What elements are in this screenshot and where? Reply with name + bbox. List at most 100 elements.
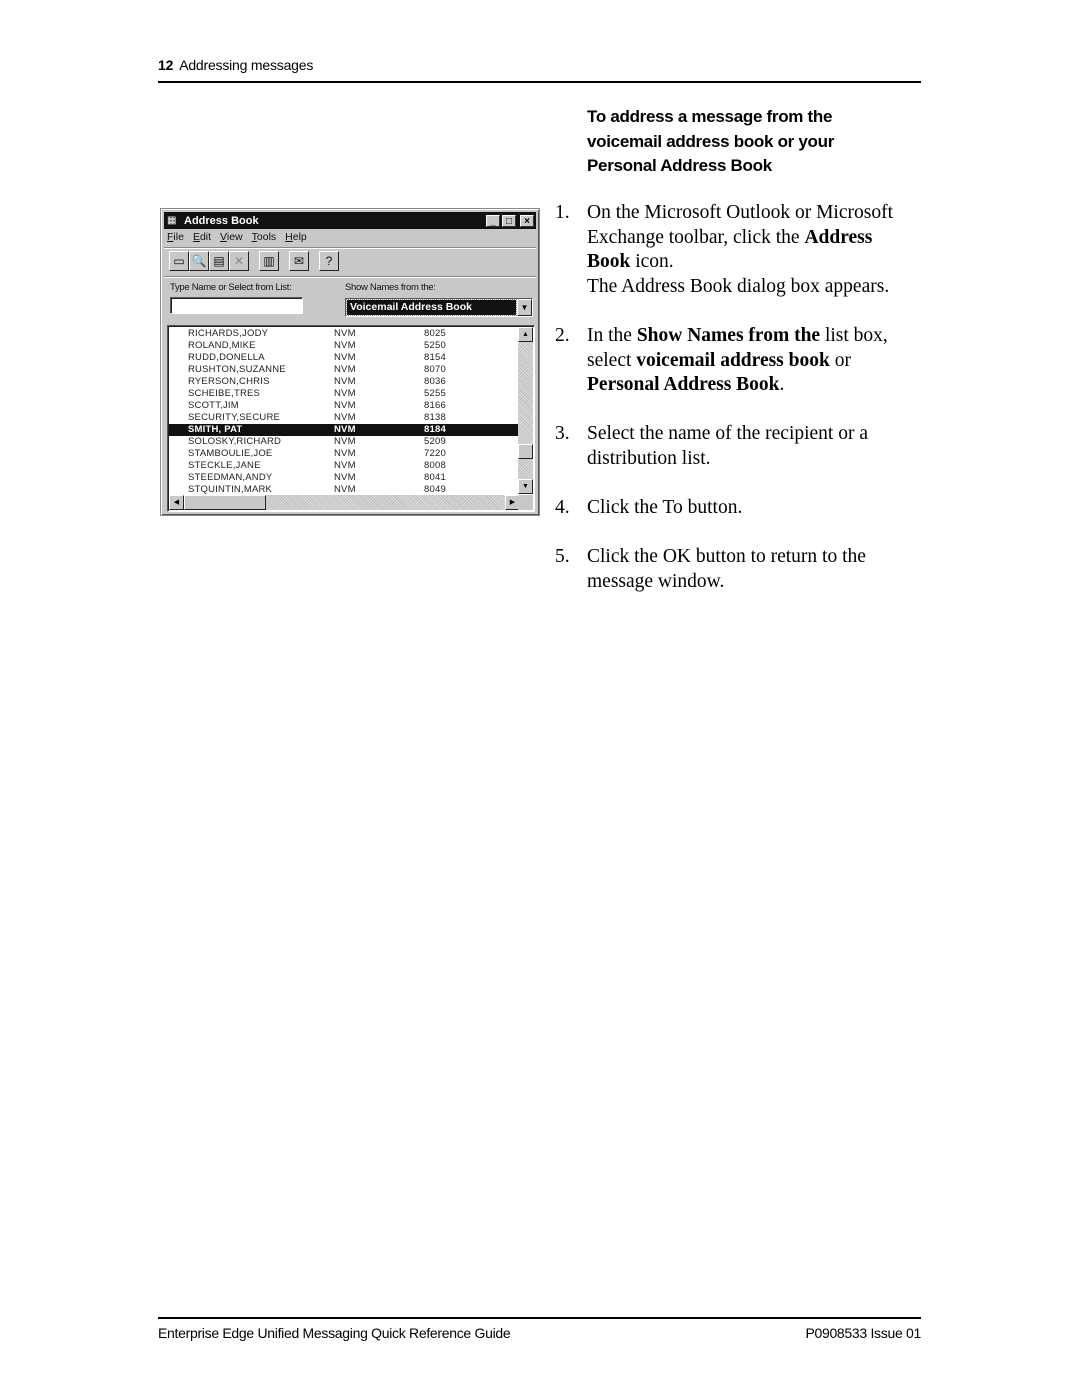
step-text: On the Microsoft Outlook or Microsoft Ex… (587, 202, 893, 272)
entry-name: RYERSON,CHRIS (188, 376, 270, 387)
type-name-input[interactable] (170, 297, 303, 314)
list-item[interactable]: SOLOSKY,RICHARD NVM 5209 (169, 436, 520, 448)
entry-extension: 5209 (424, 436, 446, 447)
list-item[interactable]: RUSHTON,SUZANNE NVM 8070 (169, 364, 520, 376)
procedure-heading: To address a message from the voicemail … (587, 107, 835, 175)
entry-extension: 7220 (424, 448, 446, 459)
step-text: Click the OK button to return to the mes… (587, 546, 866, 592)
add-to-personal-address-book-icon[interactable]: ▥ (259, 251, 279, 271)
list-item[interactable]: SCOTT,JIM NVM 8166 (169, 400, 520, 412)
step-text-part: icon. (630, 251, 674, 273)
entry-type: NVM (334, 376, 356, 387)
entry-name: STAMBOULIE,JOE (188, 448, 273, 459)
list-item[interactable]: ROLAND,MIKE NVM 5250 (169, 340, 520, 352)
step-emphasis: voicemail address book (636, 349, 830, 371)
step-text-part: . (779, 374, 785, 396)
guide-title: Enterprise Edge Unified Messaging Quick … (158, 1325, 511, 1341)
list-item[interactable]: RICHARDS,JODY NVM 8025 (169, 328, 520, 340)
title-bar[interactable]: ▦ Address Book _ □ × (164, 212, 536, 229)
list-item[interactable]: STAMBOULIE,JOE NVM 7220 (169, 448, 520, 460)
section-title: Addressing messages (179, 57, 314, 73)
menu-separator (164, 247, 536, 249)
vertical-scrollbar[interactable]: ▲ ▼ (518, 327, 533, 494)
step-text-part: Select the name of the recipient or a di… (587, 423, 868, 469)
vertical-scroll-thumb[interactable] (518, 444, 533, 459)
scrollbar-corner (518, 495, 533, 510)
names-listbox[interactable]: RICHARDS,JODY NVM 8025 ROLAND,MIKE NVM 5250 RU… (167, 325, 535, 512)
menu-file[interactable]: File (167, 231, 184, 247)
menu-label-rest: elp (292, 231, 307, 243)
entry-extension: 8008 (424, 460, 446, 471)
menu-view[interactable]: View (220, 231, 243, 247)
scroll-down-arrow-icon[interactable]: ▼ (518, 479, 533, 494)
new-entry-icon[interactable]: ✉ (289, 251, 309, 271)
step-text-part: Click the To button. (587, 497, 743, 519)
chevron-down-icon[interactable]: ▼ (517, 299, 532, 316)
show-names-select[interactable]: Voicemail Address Book ▼ (345, 298, 533, 317)
step-number: 2. (555, 324, 570, 346)
address-book-icon: ▦ (167, 215, 177, 226)
footer-rule (158, 1317, 921, 1319)
step-number: 5. (555, 546, 570, 568)
entry-name: STECKLE,JANE (188, 460, 261, 471)
entry-type: NVM (334, 436, 356, 447)
menu-help[interactable]: Help (285, 231, 307, 247)
list-item[interactable]: SMITH, PAT NVM 8184 (169, 424, 520, 436)
entry-extension: 8070 (424, 364, 446, 375)
properties-icon[interactable]: ▤ (209, 251, 229, 271)
procedure-step: 3. Select the name of the recipient or a … (555, 422, 915, 471)
menu-edit[interactable]: Edit (193, 231, 211, 247)
menu-label-rest: ools (256, 231, 277, 243)
entry-type: NVM (334, 460, 356, 471)
step-text-part: or (829, 349, 851, 371)
horizontal-scrollbar[interactable]: ◀ ▶ (169, 495, 520, 510)
step-text-part: In the (587, 324, 637, 346)
entry-name: STEEDMAN,ANDY (188, 472, 273, 483)
list-item[interactable]: SECURITY,SECURE NVM 8138 (169, 412, 520, 424)
help-pointer-icon[interactable]: ? (319, 251, 339, 271)
list-item[interactable]: RUDD,DONELLA NVM 8154 (169, 352, 520, 364)
entry-name: SOLOSKY,RICHARD (188, 436, 282, 447)
menu-bar: File Edit View Tools Help (167, 231, 307, 247)
step-emphasis: Show Names from the (636, 324, 821, 346)
entry-type: NVM (334, 412, 356, 423)
list-item[interactable]: STEEDMAN,ANDY NVM 8041 (169, 472, 520, 484)
procedure-step: 2. In the Show Names from the list box, s… (555, 324, 915, 398)
entry-type: NVM (334, 448, 356, 459)
menu-tools[interactable]: Tools (252, 231, 277, 247)
step-number: 4. (555, 497, 570, 519)
entry-extension: 8036 (424, 376, 446, 387)
entry-type: NVM (334, 388, 356, 399)
entry-extension: 8138 (424, 412, 446, 423)
horizontal-scroll-thumb[interactable] (184, 495, 266, 510)
entry-extension: 8025 (424, 328, 446, 339)
find-icon[interactable]: 🔍 (189, 251, 209, 271)
list-item[interactable]: RYERSON,CHRIS NVM 8036 (169, 376, 520, 388)
maximize-button[interactable]: □ (502, 214, 516, 227)
minimize-button[interactable]: _ (486, 214, 500, 227)
procedure-step: 1. On the Microsoft Outlook or Microsoft … (555, 201, 915, 299)
entry-name: RICHARDS,JODY (188, 328, 269, 339)
step-emphasis: Personal Address Book (587, 374, 780, 396)
entry-extension: 8154 (424, 352, 446, 363)
show-names-label: Show Names from the: (345, 282, 436, 293)
list-item[interactable]: STECKLE,JANE NVM 8008 (169, 460, 520, 472)
step-text: Click the To button. (587, 497, 742, 518)
address-book-window: ▦ Address Book _ □ × File Edit View Tools He… (160, 208, 540, 516)
entry-type: NVM (334, 352, 356, 363)
entry-name: RUDD,DONELLA (188, 352, 265, 363)
entry-type: NVM (334, 472, 356, 483)
step-number: 1. (555, 202, 570, 223)
document-id: P0908533 Issue 01 (805, 1325, 921, 1341)
new-message-icon[interactable]: ▭ (169, 251, 189, 271)
close-button[interactable]: × (520, 214, 534, 227)
step-text-part: Click the OK button to return to the mes… (587, 546, 866, 592)
window-title: Address Book (184, 214, 259, 227)
menu-label-rest: iew (226, 231, 243, 243)
toolbar-gap (279, 251, 289, 273)
scroll-left-arrow-icon[interactable]: ◀ (169, 495, 184, 510)
procedure-step: 5. Click the OK button to return to the m… (555, 545, 915, 594)
scroll-up-arrow-icon[interactable]: ▲ (518, 327, 533, 342)
procedure-step: 4. Click the To button. (555, 496, 915, 521)
list-item[interactable]: SCHEIBE,TRES NVM 5255 (169, 388, 520, 400)
